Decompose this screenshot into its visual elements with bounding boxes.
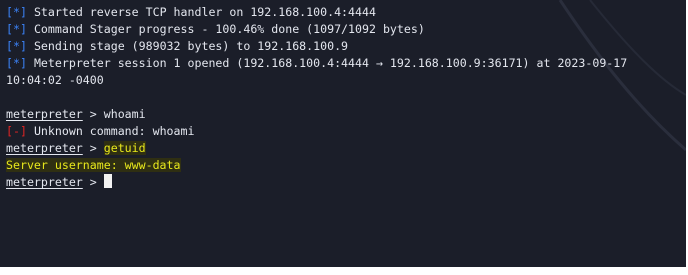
error-marker: [-] [6,124,27,138]
command-text: whoami [103,107,146,121]
error-text: Unknown command: whoami [33,124,195,138]
output-text-highlighted: Server username: www-data [6,158,181,172]
text-cursor[interactable] [103,174,112,188]
prompt-label: meterpreter [6,141,83,155]
prompt-separator: > [82,175,104,189]
terminal-output: [*] Started reverse TCP handler on 192.1… [6,4,682,191]
info-text: Sending stage (989032 bytes) to 192.168.… [33,39,349,53]
info-line: [*] Sending stage (989032 bytes) to 192.… [6,38,682,55]
info-text: Command Stager progress - 100.46% done (… [33,22,425,36]
prompt-label: meterpreter [6,107,83,121]
info-line: [*] Started reverse TCP handler on 192.1… [6,4,682,21]
info-marker: [*] [6,56,27,70]
info-text: Meterpreter session 1 opened (192.168.10… [33,56,628,70]
error-line: [-] Unknown command: whoami [6,123,682,140]
terminal-window[interactable]: [*] Started reverse TCP handler on 192.1… [0,0,688,267]
prompt-separator: > [82,141,104,155]
prompt-separator: > [82,107,104,121]
info-line: [*] Meterpreter session 1 opened (192.16… [6,55,682,72]
active-prompt-line[interactable]: meterpreter > [6,174,682,191]
info-line: [*] Command Stager progress - 100.46% do… [6,21,682,38]
prompt-label: meterpreter [6,175,83,189]
output-line: Server username: www-data [6,157,682,174]
info-marker: [*] [6,5,27,19]
info-marker: [*] [6,39,27,53]
command-text-highlighted: getuid [103,141,146,155]
prompt-line: meterpreter > whoami [6,106,682,123]
wrapped-timestamp: 10:04:02 -0400 [6,73,104,87]
prompt-line: meterpreter > getuid [6,140,682,157]
info-text: Started reverse TCP handler on 192.168.1… [33,5,376,19]
info-marker: [*] [6,22,27,36]
